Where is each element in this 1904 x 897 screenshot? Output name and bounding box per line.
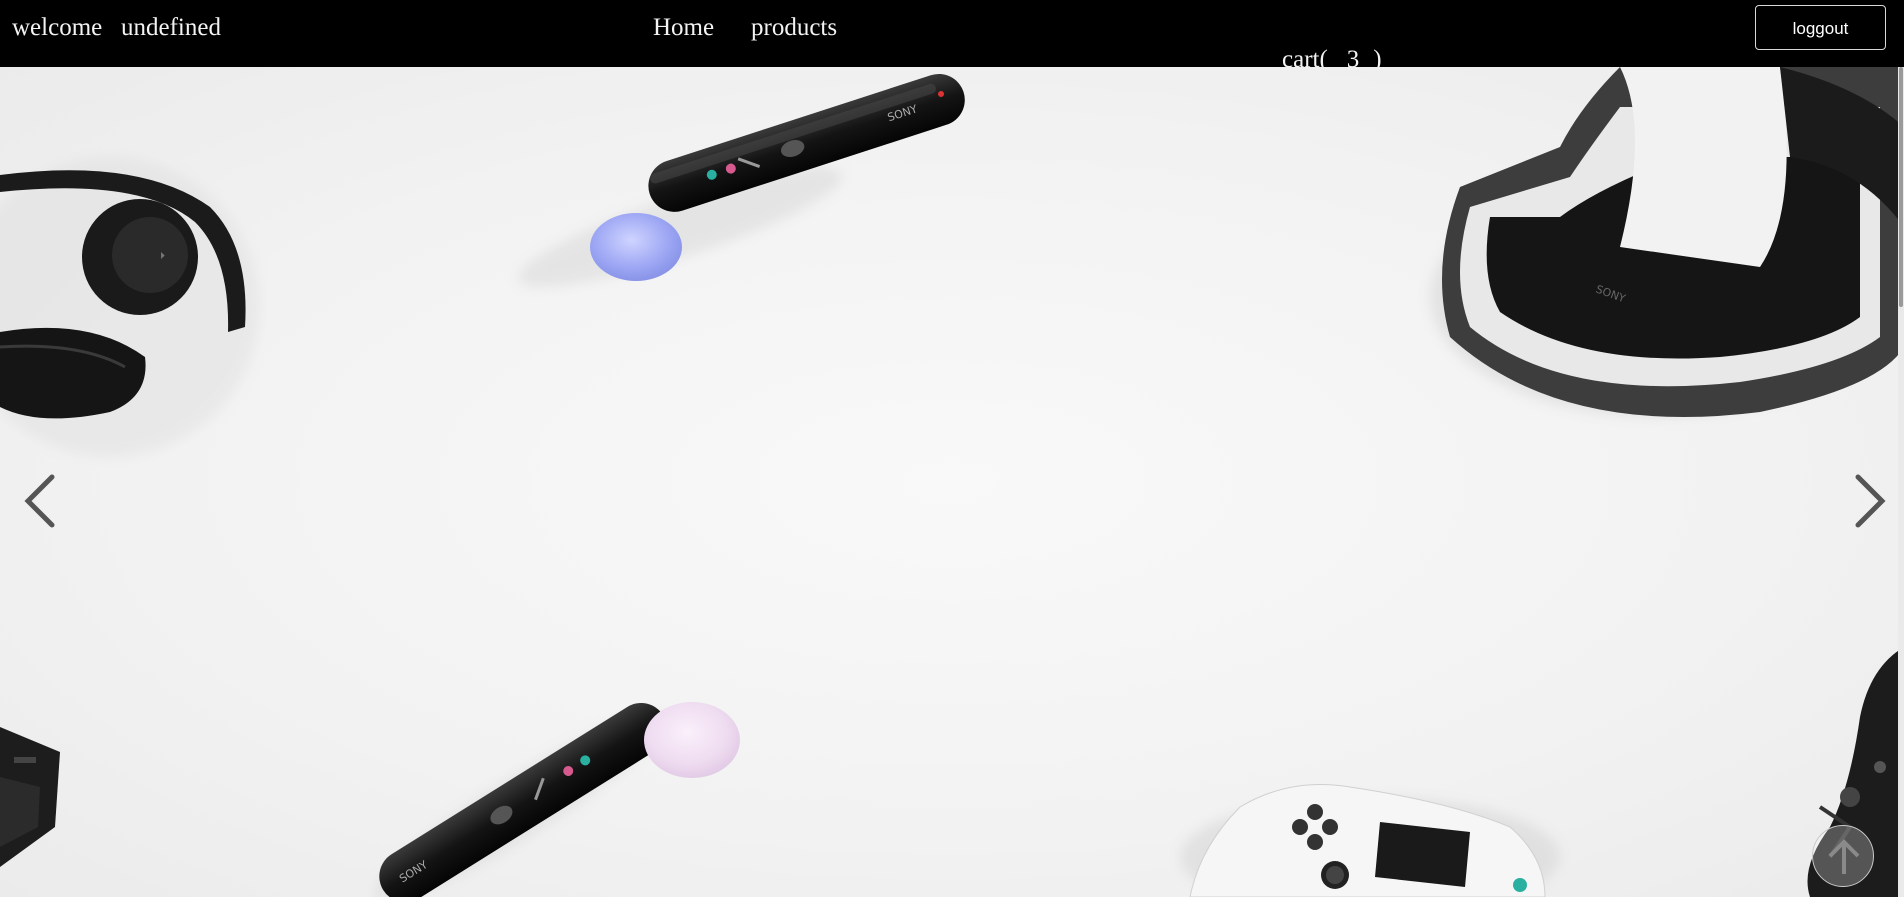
welcome-label: welcome bbox=[12, 14, 103, 41]
svg-text:⏵: ⏵ bbox=[160, 251, 165, 262]
carousel-next-button[interactable] bbox=[1838, 467, 1898, 547]
keypad-image bbox=[0, 727, 60, 867]
nav-link-products[interactable]: products bbox=[751, 12, 837, 44]
headset-image: ⏵ bbox=[0, 157, 260, 457]
top-navbar: welcome undefined Home products cart(3) … bbox=[0, 0, 1904, 73]
username-label: undefined bbox=[121, 14, 221, 41]
arrow-up-icon bbox=[1828, 839, 1860, 874]
page-scrollbar-thumb[interactable] bbox=[1899, 67, 1903, 307]
logout-button[interactable]: loggout bbox=[1755, 5, 1886, 50]
gamepad-image bbox=[1180, 784, 1560, 897]
carousel-prev-button[interactable] bbox=[14, 467, 74, 547]
motion-controller-image: SONY bbox=[518, 73, 965, 287]
nav-link-home[interactable]: Home bbox=[653, 12, 714, 44]
chevron-left-icon bbox=[24, 474, 55, 528]
vr-headset-image: SONY bbox=[1430, 67, 1904, 417]
scroll-to-top-button[interactable] bbox=[1812, 825, 1874, 887]
hero-product-photo: ⏵ SONY SONY SONY bbox=[0, 67, 1904, 897]
hero-carousel: ⏵ SONY SONY SONY bbox=[0, 67, 1904, 897]
motion-controller-image-2: SONY bbox=[374, 702, 740, 897]
chevron-right-icon bbox=[1855, 474, 1886, 528]
